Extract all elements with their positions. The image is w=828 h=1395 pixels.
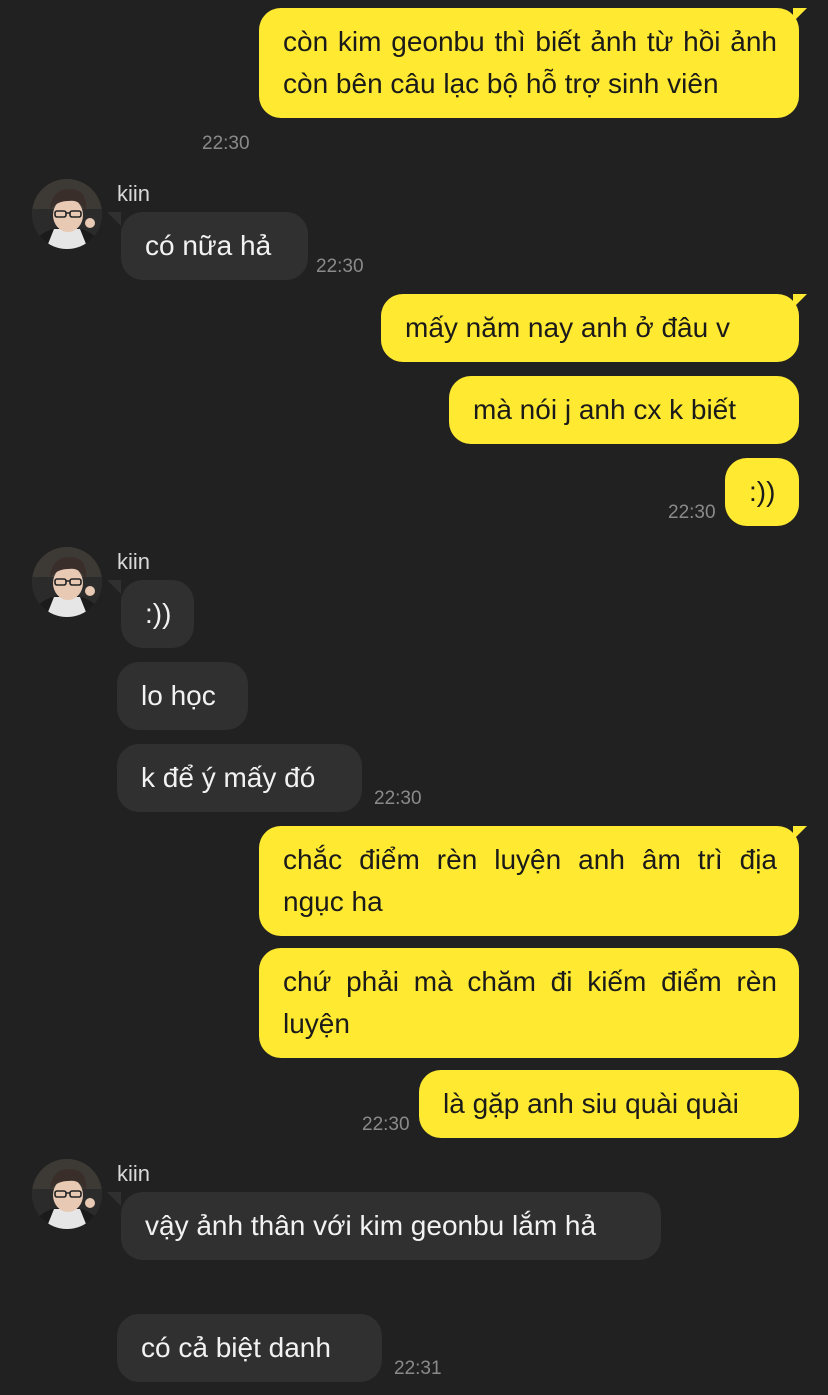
chat-thread[interactable]: còn kim geonbu thì biết ảnh từ hồi ảnh c…: [0, 0, 828, 1395]
bubble-tail: [793, 8, 807, 22]
message-text: lo học: [141, 680, 216, 711]
profile-photo-icon: [32, 547, 102, 617]
sender-name: kiin: [117, 1161, 151, 1186]
incoming-message[interactable]: có cả biệt danh: [117, 1314, 382, 1382]
message-text: mấy năm nay anh ở đâu v: [405, 312, 730, 343]
outgoing-message[interactable]: mấy năm nay anh ở đâu v: [381, 294, 799, 362]
message-timestamp: 22:31: [394, 1358, 442, 1379]
message-timestamp: 22:30: [316, 256, 364, 277]
message-text: là gặp anh siu quài quài: [443, 1088, 739, 1119]
message-text: mà nói j anh cx k biết: [473, 394, 737, 425]
message-text: có cả biệt danh: [141, 1332, 331, 1363]
contact-avatar[interactable]: [32, 1159, 102, 1229]
message-timestamp: 22:30: [668, 502, 716, 523]
message-text: vậy ảnh thân với kim geonbu lắm hả: [145, 1210, 597, 1241]
profile-photo-icon: [32, 179, 102, 249]
message-timestamp: 22:30: [374, 788, 422, 809]
outgoing-message[interactable]: mà nói j anh cx k biết: [449, 376, 799, 444]
message-text: chắc điểm rèn luyện anh âm trì địa ngục …: [283, 844, 777, 917]
bubble-tail: [793, 294, 807, 308]
bubble-tail: [107, 212, 121, 226]
bubble-tail: [107, 1192, 121, 1206]
message-text: k để ý mấy đó: [141, 762, 316, 793]
contact-avatar[interactable]: [32, 547, 102, 617]
message-text: có nữa hả: [145, 230, 272, 261]
message-text: còn kim geonbu thì biết ảnh từ hồi ảnh c…: [283, 26, 777, 99]
bubble-tail: [107, 580, 121, 594]
message-text: :)): [145, 598, 172, 629]
outgoing-message[interactable]: còn kim geonbu thì biết ảnh từ hồi ảnh c…: [259, 8, 799, 118]
message-text: :)): [749, 476, 776, 507]
incoming-message[interactable]: vậy ảnh thân với kim geonbu lắm hả: [121, 1192, 661, 1260]
message-text: chứ phải mà chăm đi kiếm điểm rèn luyện: [283, 966, 777, 1039]
profile-photo-icon: [32, 1159, 102, 1229]
message-timestamp: 22:30: [362, 1114, 410, 1135]
message-timestamp: 22:30: [202, 133, 250, 154]
bubble-tail: [793, 826, 807, 840]
incoming-message[interactable]: :)): [121, 580, 194, 648]
outgoing-message[interactable]: chắc điểm rèn luyện anh âm trì địa ngục …: [259, 826, 799, 936]
incoming-message[interactable]: k để ý mấy đó: [117, 744, 362, 812]
outgoing-message[interactable]: :)): [725, 458, 799, 526]
incoming-message[interactable]: lo học: [117, 662, 248, 730]
contact-avatar[interactable]: [32, 179, 102, 249]
sender-name: kiin: [117, 181, 151, 206]
sender-name: kiin: [117, 549, 151, 574]
outgoing-message[interactable]: chứ phải mà chăm đi kiếm điểm rèn luyện: [259, 948, 799, 1058]
outgoing-message[interactable]: là gặp anh siu quài quài: [419, 1070, 799, 1138]
incoming-message[interactable]: có nữa hả: [121, 212, 308, 280]
